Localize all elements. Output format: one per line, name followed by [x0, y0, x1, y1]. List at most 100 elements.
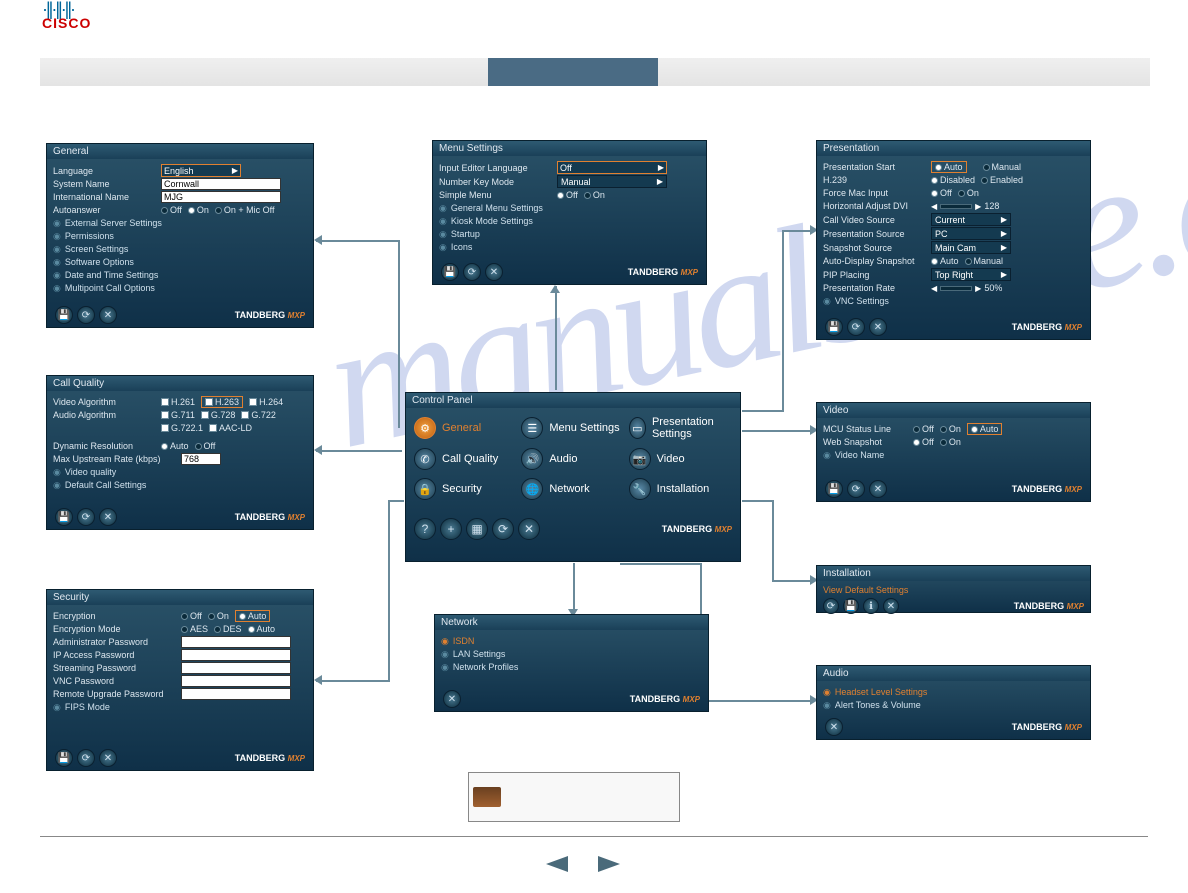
admin-pwd-input[interactable]: [181, 636, 291, 648]
chk-aacld[interactable]: AAC-LD: [209, 423, 252, 433]
cp-item-callquality[interactable]: ✆Call Quality: [414, 448, 517, 470]
radio-aes[interactable]: AES: [181, 624, 208, 634]
next-page-button[interactable]: [598, 856, 620, 872]
link-general-menu[interactable]: General Menu Settings: [451, 203, 543, 213]
link-permissions[interactable]: Permissions: [65, 231, 114, 241]
save-icon[interactable]: 💾: [55, 508, 73, 526]
rate-input[interactable]: [181, 453, 221, 465]
refresh-icon[interactable]: ⟳: [847, 480, 865, 498]
disk-icon[interactable]: 💾: [843, 598, 859, 614]
link-multipoint[interactable]: Multipoint Call Options: [65, 283, 155, 293]
radio-auto[interactable]: Auto: [235, 610, 271, 622]
link-fips[interactable]: FIPS Mode: [65, 702, 110, 712]
radio-auto[interactable]: Auto: [931, 256, 959, 266]
chk-g711[interactable]: G.711: [161, 410, 195, 420]
info-icon[interactable]: ℹ: [863, 598, 879, 614]
link-startup[interactable]: Startup: [451, 229, 480, 239]
radio-auto[interactable]: Auto: [967, 423, 1003, 435]
link-lan[interactable]: LAN Settings: [453, 649, 506, 659]
link-vnc[interactable]: VNC Settings: [835, 296, 889, 306]
refresh-icon[interactable]: ⟳: [77, 508, 95, 526]
link-default-call[interactable]: Default Call Settings: [65, 480, 147, 490]
chk-g7221[interactable]: G.722.1: [161, 423, 203, 433]
horiz-slider[interactable]: ◀▶128: [931, 201, 999, 211]
radio-manual[interactable]: Manual: [965, 256, 1004, 266]
refresh-icon[interactable]: ⟳: [847, 318, 865, 336]
refresh-icon[interactable]: ⟳: [492, 518, 514, 540]
radio-onmicoff[interactable]: On + Mic Off: [215, 205, 275, 215]
system-name-input[interactable]: [161, 178, 281, 190]
stream-pwd-input[interactable]: [181, 662, 291, 674]
radio-off[interactable]: Off: [557, 190, 578, 200]
radio-on[interactable]: On: [940, 424, 961, 434]
close-icon[interactable]: ✕: [99, 306, 117, 324]
cp-item-installation[interactable]: 🔧Installation: [629, 478, 732, 500]
dial-icon[interactable]: ▦: [466, 518, 488, 540]
numkey-dropdown[interactable]: Manual▶: [557, 175, 667, 188]
link-videoquality[interactable]: Video quality: [65, 467, 116, 477]
radio-manual[interactable]: Manual: [983, 162, 1022, 172]
ip-pwd-input[interactable]: [181, 649, 291, 661]
link-view-default[interactable]: View Default Settings: [823, 585, 908, 595]
book-link[interactable]: [468, 772, 680, 822]
close-icon[interactable]: ✕: [485, 263, 503, 281]
link-isdn[interactable]: ISDN: [453, 636, 475, 646]
cp-item-audio[interactable]: 🔊Audio: [521, 448, 624, 470]
chk-h264[interactable]: H.264: [249, 397, 283, 407]
intl-name-input[interactable]: [161, 191, 281, 203]
radio-disabled[interactable]: Disabled: [931, 175, 975, 185]
refresh-icon[interactable]: ⟳: [823, 598, 839, 614]
radio-on[interactable]: On: [958, 188, 979, 198]
close-icon[interactable]: ✕: [518, 518, 540, 540]
link-alert[interactable]: Alert Tones & Volume: [835, 700, 921, 710]
pip-dropdown[interactable]: Top Right▶: [931, 268, 1011, 281]
close-icon[interactable]: ✕: [443, 690, 461, 708]
rate-slider[interactable]: ◀▶50%: [931, 283, 1002, 293]
link-ext-server[interactable]: External Server Settings: [65, 218, 162, 228]
link-icons[interactable]: Icons: [451, 242, 473, 252]
chk-h263[interactable]: H.263: [201, 396, 243, 408]
radio-on[interactable]: On: [940, 437, 961, 447]
remote-pwd-input[interactable]: [181, 688, 291, 700]
radio-auto[interactable]: Auto: [248, 624, 276, 634]
language-dropdown[interactable]: English▶: [161, 164, 241, 177]
link-headset[interactable]: Headset Level Settings: [835, 687, 928, 697]
save-icon[interactable]: 💾: [55, 749, 73, 767]
save-icon[interactable]: 💾: [55, 306, 73, 324]
radio-off[interactable]: Off: [913, 437, 934, 447]
chk-g722[interactable]: G.722: [241, 410, 276, 420]
close-icon[interactable]: ✕: [99, 508, 117, 526]
radio-on[interactable]: On: [188, 205, 209, 215]
radio-off[interactable]: Off: [195, 441, 216, 451]
radio-off[interactable]: Off: [181, 611, 202, 621]
close-icon[interactable]: ✕: [869, 480, 887, 498]
link-screen[interactable]: Screen Settings: [65, 244, 129, 254]
cp-item-presentation[interactable]: ▭Presentation Settings: [629, 416, 732, 440]
add-icon[interactable]: +: [440, 518, 462, 540]
radio-on[interactable]: On: [208, 611, 229, 621]
radio-on[interactable]: On: [584, 190, 605, 200]
refresh-icon[interactable]: ⟳: [77, 306, 95, 324]
link-kiosk[interactable]: Kiosk Mode Settings: [451, 216, 533, 226]
chk-h261[interactable]: H.261: [161, 397, 195, 407]
radio-off[interactable]: Off: [931, 188, 952, 198]
link-netprofiles[interactable]: Network Profiles: [453, 662, 519, 672]
ss-dropdown[interactable]: Main Cam▶: [931, 241, 1011, 254]
radio-auto[interactable]: Auto: [931, 161, 967, 173]
help-icon[interactable]: ?: [414, 518, 436, 540]
radio-des[interactable]: DES: [214, 624, 242, 634]
refresh-icon[interactable]: ⟳: [77, 749, 95, 767]
cvs-dropdown[interactable]: Current▶: [931, 213, 1011, 226]
refresh-icon[interactable]: ⟳: [463, 263, 481, 281]
close-icon[interactable]: ✕: [883, 598, 899, 614]
link-videoname[interactable]: Video Name: [835, 450, 884, 460]
save-icon[interactable]: 💾: [441, 263, 459, 281]
link-datetime[interactable]: Date and Time Settings: [65, 270, 159, 280]
chk-g728[interactable]: G.728: [201, 410, 236, 420]
cp-item-menu[interactable]: ☰Menu Settings: [521, 416, 624, 440]
radio-auto[interactable]: Auto: [161, 441, 189, 451]
close-icon[interactable]: ✕: [825, 718, 843, 736]
link-software[interactable]: Software Options: [65, 257, 134, 267]
vnc-pwd-input[interactable]: [181, 675, 291, 687]
close-icon[interactable]: ✕: [99, 749, 117, 767]
